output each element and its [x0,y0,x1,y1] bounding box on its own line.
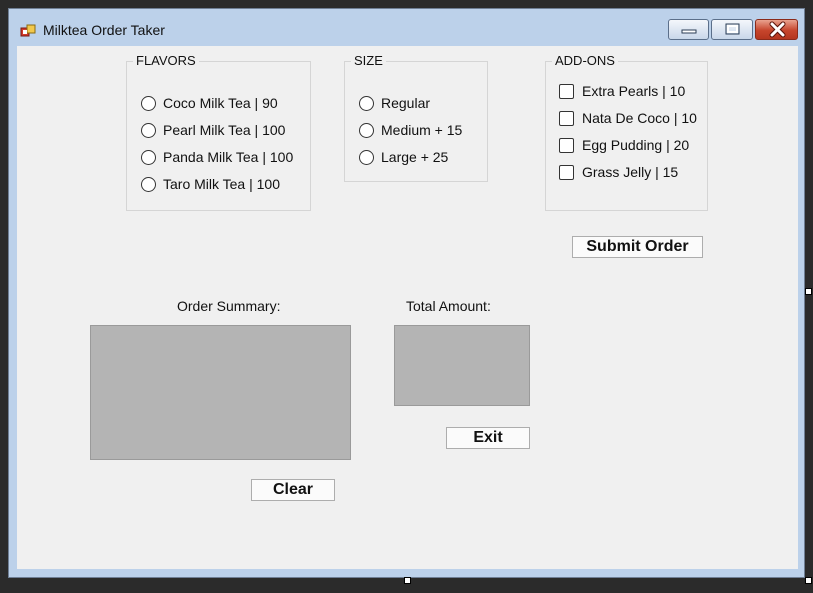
addon-option-label: Nata De Coco | 10 [582,110,697,126]
title-bar[interactable]: Milktea Order Taker [9,9,804,47]
addon-nata-de-coco-checkbox[interactable]: Nata De Coco | 10 [559,109,697,127]
flavors-group-title: FLAVORS [133,53,199,68]
size-group-title: SIZE [351,53,386,68]
size-medium-radio[interactable]: Medium + 15 [359,121,462,139]
addon-option-label: Egg Pudding | 20 [582,137,690,153]
flavor-option-label: Taro Milk Tea | 100 [163,176,280,192]
total-amount-box [394,325,530,406]
radio-icon [141,176,156,192]
clear-button[interactable]: Clear [251,479,335,501]
order-summary-label: Order Summary: [177,298,281,314]
flavors-group: FLAVORS Coco Milk Tea | 90 Pearl Milk Te… [126,53,311,211]
close-icon [769,21,786,38]
size-option-label: Medium + 15 [381,122,463,138]
checkbox-icon [559,83,574,99]
radio-icon [359,149,374,165]
flavor-taro-radio[interactable]: Taro Milk Tea | 100 [141,175,280,193]
minimize-icon [681,29,697,34]
radio-icon [141,149,156,165]
order-summary-box [90,325,351,460]
radio-icon [359,95,374,111]
close-button[interactable] [755,19,798,40]
window-title: Milktea Order Taker [43,22,165,38]
flavor-option-label: Panda Milk Tea | 100 [163,149,294,165]
size-large-radio[interactable]: Large + 25 [359,148,448,166]
flavor-option-label: Pearl Milk Tea | 100 [163,122,286,138]
radio-icon [359,122,374,138]
addon-grass-jelly-checkbox[interactable]: Grass Jelly | 15 [559,163,678,181]
addon-option-label: Grass Jelly | 15 [582,164,679,180]
addons-group-title: ADD-ONS [552,53,618,68]
radio-icon [141,122,156,138]
addon-extra-pearls-checkbox[interactable]: Extra Pearls | 10 [559,82,685,100]
resize-handle-corner[interactable] [805,577,812,584]
size-option-label: Regular [381,95,431,111]
maximize-icon [725,23,740,35]
size-option-label: Large + 25 [381,149,449,165]
checkbox-icon [559,164,574,180]
total-amount-label: Total Amount: [406,298,491,314]
form-client-area: FLAVORS Coco Milk Tea | 90 Pearl Milk Te… [17,46,798,569]
flavor-option-label: Coco Milk Tea | 90 [163,95,278,111]
resize-handle-bottom[interactable] [404,577,411,584]
size-group: SIZE Regular Medium + 15 Large + 25 [344,53,488,182]
main-window: Milktea Order Taker FLAVORS Coco Milk Te… [8,8,805,578]
addons-group: ADD-ONS Extra Pearls | 10 Nata De Coco |… [545,53,708,211]
flavor-coco-radio[interactable]: Coco Milk Tea | 90 [141,94,278,112]
addon-option-label: Extra Pearls | 10 [582,83,686,99]
flavor-pearl-radio[interactable]: Pearl Milk Tea | 100 [141,121,285,139]
maximize-button[interactable] [711,19,753,40]
checkbox-icon [559,137,574,153]
exit-button[interactable]: Exit [446,427,530,449]
size-regular-radio[interactable]: Regular [359,94,430,112]
form-app-icon [20,24,36,37]
submit-order-button[interactable]: Submit Order [572,236,703,258]
resize-handle-right[interactable] [805,288,812,295]
flavor-panda-radio[interactable]: Panda Milk Tea | 100 [141,148,293,166]
radio-icon [141,95,156,111]
checkbox-icon [559,110,574,126]
minimize-button[interactable] [668,19,709,40]
addon-egg-pudding-checkbox[interactable]: Egg Pudding | 20 [559,136,689,154]
